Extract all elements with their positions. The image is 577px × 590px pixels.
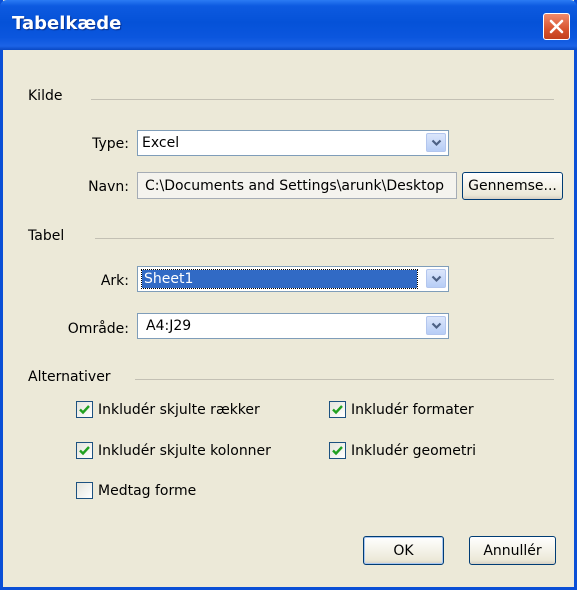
cancel-button-label: Annullér xyxy=(483,542,542,559)
source-section-divider xyxy=(91,99,554,100)
checkmark-icon xyxy=(332,446,343,456)
type-dropdown-value: Excel xyxy=(142,135,180,151)
include-hidden-columns-label: Inkludér skjulte kolonner xyxy=(98,443,271,459)
chevron-down-icon xyxy=(431,322,441,329)
include-hidden-rows-label: Inkludér skjulte rækker xyxy=(98,402,260,418)
include-geometry-checkbox[interactable] xyxy=(329,442,346,459)
include-geometry-label: Inkludér geometri xyxy=(351,443,477,459)
range-dropdown[interactable]: A4:J29 xyxy=(137,313,449,339)
chevron-down-icon xyxy=(431,275,441,282)
type-dropdown[interactable]: Excel xyxy=(137,130,449,156)
type-dropdown-arrow[interactable] xyxy=(426,133,446,152)
browse-button[interactable]: Gennemse... xyxy=(462,172,563,200)
sheet-dropdown-value: Sheet1 xyxy=(144,271,194,287)
range-dropdown-arrow[interactable] xyxy=(426,316,446,335)
include-formats-checkbox[interactable] xyxy=(329,401,346,418)
chevron-down-icon xyxy=(431,139,441,146)
table-section-heading: Tabel xyxy=(28,228,65,244)
title-bar[interactable]: Tabelkæde xyxy=(0,0,577,50)
include-hidden-rows-checkbox[interactable] xyxy=(76,401,93,418)
checkmark-icon xyxy=(332,405,343,415)
sheet-dropdown[interactable]: Sheet1 xyxy=(137,266,449,292)
source-section-heading: Kilde xyxy=(28,88,63,104)
options-section-heading: Alternativer xyxy=(28,369,111,385)
options-section-divider xyxy=(135,379,554,380)
include-formats-label: Inkludér formater xyxy=(351,402,474,418)
table-section-divider xyxy=(95,238,554,239)
file-path-value: C:\Documents and Settings\arunk\Desktop xyxy=(145,178,445,194)
browse-button-label: Gennemse... xyxy=(468,178,557,194)
range-dropdown-value: A4:J29 xyxy=(146,318,192,334)
range-label: Område: xyxy=(67,321,129,337)
cancel-button[interactable]: Annullér xyxy=(469,536,556,565)
sheet-dropdown-arrow[interactable] xyxy=(426,269,446,288)
checkmark-icon xyxy=(79,405,90,415)
ok-button-label: OK xyxy=(393,542,414,559)
type-label: Type: xyxy=(92,136,129,152)
include-shapes-label: Medtag forme xyxy=(98,483,197,499)
close-icon xyxy=(549,19,564,34)
window-title: Tabelkæde xyxy=(12,13,122,34)
ok-button[interactable]: OK xyxy=(363,536,444,565)
dialog-window: Tabelkæde Kilde Type: Excel Navn: C:\Doc… xyxy=(0,0,577,590)
close-button[interactable] xyxy=(543,13,570,40)
checkmark-icon xyxy=(79,446,90,456)
name-label: Navn: xyxy=(88,179,129,195)
file-path-field[interactable]: C:\Documents and Settings\arunk\Desktop xyxy=(137,172,457,199)
include-shapes-checkbox[interactable] xyxy=(76,482,93,499)
include-hidden-columns-checkbox[interactable] xyxy=(76,442,93,459)
sheet-label: Ark: xyxy=(100,273,129,289)
